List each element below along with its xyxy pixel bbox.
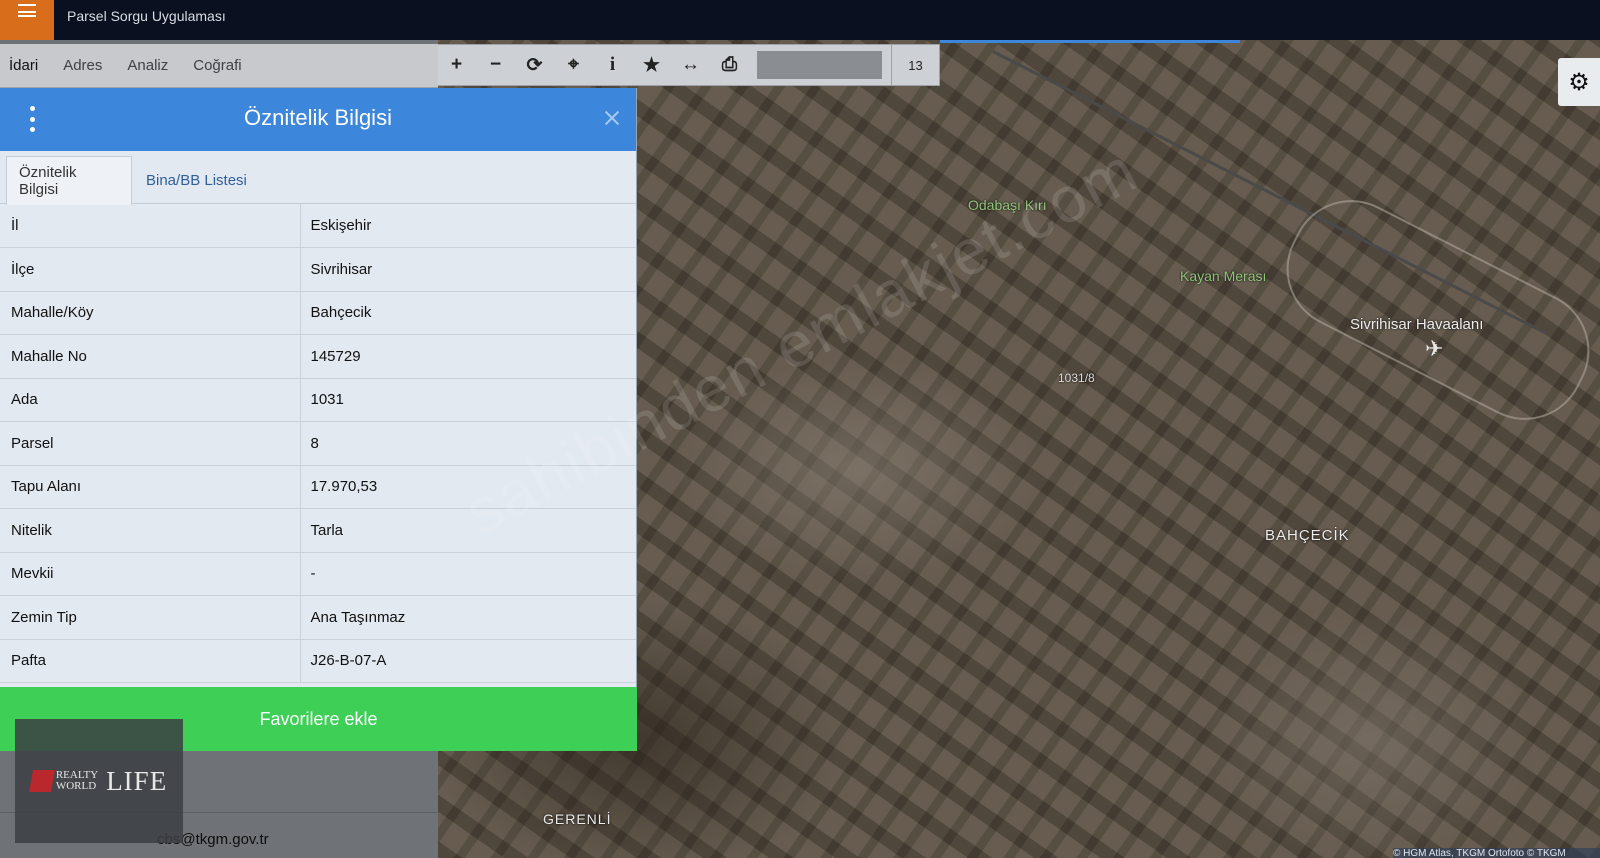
tab-analiz[interactable]: Analiz <box>127 57 168 74</box>
airplane-icon: ✈ <box>1425 336 1444 361</box>
tab-bina-listesi[interactable]: Bina/BB Listesi <box>134 156 259 205</box>
close-icon[interactable] <box>604 110 620 126</box>
info-icon[interactable]: i <box>593 45 632 85</box>
map-label-airport: Sivrihisar Havaalanı <box>1350 316 1484 333</box>
zoom-in-icon[interactable]: + <box>437 45 476 85</box>
zoom-out-icon[interactable]: − <box>476 45 515 85</box>
attribute-value: - <box>300 552 636 596</box>
hamburger-menu-icon[interactable] <box>0 0 54 40</box>
zoom-level: 13 <box>891 45 939 85</box>
dialog-tabs: Öznitelik Bilgisi Bina/BB Listesi <box>0 151 636 205</box>
gear-icon[interactable]: ⚙ <box>1558 58 1600 106</box>
map-label-kayan: Kayan Merası <box>1180 268 1267 284</box>
attribute-key: Nitelik <box>0 508 301 553</box>
table-row: Mahalle/Köy Bahçecik <box>0 291 636 335</box>
table-row: Zemin Tip Ana Taşınmaz <box>0 595 636 640</box>
table-row: Mevkii - <box>0 552 636 596</box>
table-row: Ada 1031 <box>0 378 636 422</box>
star-icon[interactable]: ★ <box>632 45 671 85</box>
logo-life: LIFE <box>106 765 168 796</box>
attribute-key: İlçe <box>0 247 301 292</box>
locate-icon[interactable]: ⌖ <box>554 45 593 85</box>
attribute-key: Mahalle/Köy <box>0 291 301 335</box>
top-bar: Parsel Sorgu Uygulaması <box>0 0 1600 40</box>
airport-runway <box>1265 179 1600 441</box>
attribute-key: Ada <box>0 378 301 422</box>
attribute-key: Tapu Alanı <box>0 465 301 509</box>
attribute-key: Pafta <box>0 639 301 683</box>
realty-world-logo: REALTY WORLD LIFE <box>15 719 183 843</box>
attribute-key: Mevkii <box>0 552 301 596</box>
attribute-dialog: Öznitelik Bilgisi Öznitelik Bilgisi Bina… <box>0 88 637 751</box>
map-loading-bar <box>940 40 1240 43</box>
attribute-value: Eskişehir <box>300 204 636 248</box>
attribute-key: Zemin Tip <box>0 595 301 640</box>
attribute-key: İl <box>0 204 301 248</box>
map-label-gerenli: GERENLİ <box>543 811 612 827</box>
measure-icon[interactable]: ↔ <box>671 45 710 85</box>
tab-cografi[interactable]: Coğrafi <box>193 57 241 74</box>
print-icon[interactable]: ⎙ <box>710 45 749 85</box>
attribute-value: Ana Taşınmaz <box>300 595 636 640</box>
map-toolbar: + − ⟳ ⌖ i ★ ↔ ⎙ 13 <box>436 44 940 86</box>
table-row: İlçe Sivrihisar <box>0 247 636 292</box>
tab-idari[interactable]: İdari <box>9 57 38 74</box>
app-title: Parsel Sorgu Uygulaması <box>67 8 226 24</box>
map-attribution: © HGM Atlas, TKGM Ortofoto © TKGM <box>1393 848 1600 858</box>
scale-bar <box>757 51 882 79</box>
table-row: İl Eskişehir <box>0 204 636 248</box>
attribute-value: 145729 <box>300 334 636 379</box>
tab-adres[interactable]: Adres <box>63 57 102 74</box>
table-row: Pafta J26-B-07-A <box>0 639 636 683</box>
attribute-key: Parsel <box>0 421 301 466</box>
logo-brand-line2: WORLD <box>55 780 97 792</box>
logo-mark <box>28 770 55 792</box>
refresh-icon[interactable]: ⟳ <box>515 45 554 85</box>
attribute-key: Mahalle No <box>0 334 301 379</box>
tab-oznitelik[interactable]: Öznitelik Bilgisi <box>6 156 132 205</box>
attribute-value: Bahçecik <box>300 291 636 335</box>
map-label-bahcecik: BAHÇECİK <box>1265 527 1350 544</box>
table-row: Mahalle No 145729 <box>0 334 636 379</box>
nav-tabs: İdari Adres Analiz Coğrafi <box>0 44 438 88</box>
dialog-title: Öznitelik Bilgisi <box>244 105 392 130</box>
map-label-parcel[interactable]: 1031/8 <box>1058 371 1095 385</box>
attribute-value: J26-B-07-A <box>300 639 636 683</box>
attribute-value: Sivrihisar <box>300 247 636 292</box>
dialog-header: Öznitelik Bilgisi <box>0 88 636 151</box>
